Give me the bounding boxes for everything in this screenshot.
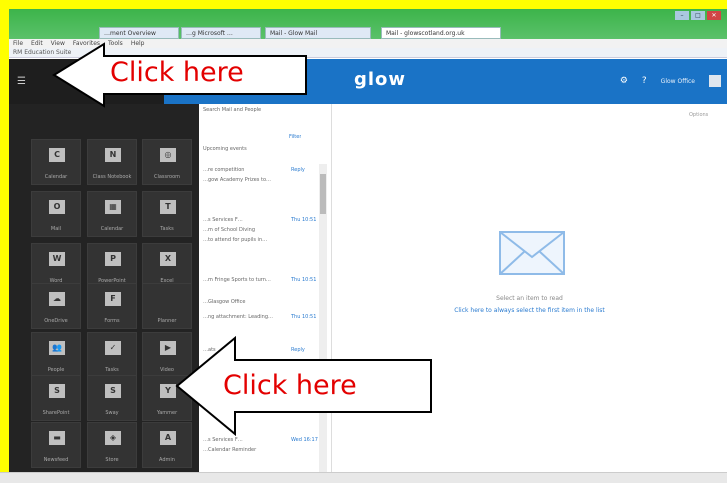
scrollbar-thumb[interactable] [320,174,326,214]
app-tile-label: Classroom [153,174,181,180]
app-tile-label: Planner [157,318,177,324]
menu-edit[interactable]: Edit [31,39,43,48]
app-tile[interactable]: ◎ Classroom [142,139,192,185]
sway-icon: S [105,384,121,398]
app-launcher-icon[interactable]: ☰ [17,77,29,87]
tasks-check-icon: ✓ [105,341,121,355]
excel-icon: X [160,252,176,266]
callout-arrow-top: Click here [52,42,308,108]
settings-icon[interactable]: ⚙ [620,76,628,86]
help-icon[interactable]: ? [642,76,647,86]
message-meta: Thu 10:51 [291,217,317,223]
callout-text: Click here [223,370,357,401]
callout-text: Click here [110,57,244,88]
newsfeed-icon: ▬ [49,431,65,445]
outlook-icon: O [49,200,65,214]
app-tile-label: Calendar [44,174,68,180]
app-tile[interactable]: S Sway [87,375,137,421]
app-tile-label: Mail [50,226,62,232]
message-preview[interactable]: …Calendar Reminder [203,447,313,453]
browser-titlebar: …ment Overview …g Microsoft … Mail - Glo… [9,9,727,39]
forms-icon: F [105,292,121,306]
app-tile[interactable]: T Tasks [142,191,192,237]
classroom-icon: ◎ [160,148,176,162]
filter-button[interactable]: Filter [289,134,301,140]
planner-icon [160,292,176,306]
app-tile-label: People [47,367,65,373]
browser-tab[interactable]: Mail - Glow Mail [265,27,371,39]
minimize-button[interactable]: – [675,11,689,20]
app-tile[interactable]: ▬ Newsfeed [31,422,81,468]
user-name[interactable]: Glow Office [661,78,695,85]
app-tile-label: SharePoint [42,410,70,416]
app-launcher-panel: C Calendar N Class Notebook ◎ Classroom O Mail ▦… [9,104,199,483]
browser-tab[interactable]: …g Microsoft … [181,27,261,39]
app-tile[interactable]: ✓ Tasks [87,332,137,378]
calendar-icon: ▦ [105,200,121,214]
video-icon: ▶ [160,341,176,355]
app-tile-label: Newsfeed [43,457,69,463]
avatar[interactable] [709,75,721,87]
onenote-class-icon: N [105,148,121,162]
browser-tab-active[interactable]: Mail - glowscotland.org.uk [381,27,501,39]
glow-logo[interactable]: glow [354,69,406,90]
tasks-icon: T [160,200,176,214]
app-tile-label: Class Notebook [92,174,132,180]
window-controls: – □ ✕ [675,11,721,21]
status-bar [0,472,727,483]
message-preview[interactable]: …gow Academy Prizes to… [203,177,313,183]
callout-arrow-bottom: Click here [175,336,433,436]
app-tile[interactable]: N Class Notebook [87,139,137,185]
calendar-icon: C [49,148,65,162]
app-tile-label: Tasks [105,367,119,373]
message-meta: Thu 10:51 [291,314,317,320]
message-meta: Reply [291,167,305,173]
app-tile-label: Forms [104,318,120,324]
close-button[interactable]: ✕ [707,11,721,20]
menu-file[interactable]: File [13,39,23,48]
app-tile[interactable]: ◈ Store [87,422,137,468]
app-tile-label: Store [105,457,119,463]
message-preview[interactable]: …m of School Diving [203,227,313,233]
app-tile-label: OneDrive [44,318,68,324]
admin-icon: A [160,431,176,445]
sharepoint-icon: S [49,384,65,398]
app-tile-label: Sway [105,410,119,416]
app-tile[interactable]: S SharePoint [31,375,81,421]
select-first-item-link[interactable]: Click here to always select the first it… [332,307,727,314]
message-meta: Wed 16:17 [291,437,318,443]
onedrive-icon: ☁ [49,292,65,306]
word-icon: W [49,252,65,266]
options-link[interactable]: Options [689,112,708,118]
store-icon: ◈ [105,431,121,445]
app-tile[interactable]: C Calendar [31,139,81,185]
maximize-button[interactable]: □ [691,11,705,20]
app-tile[interactable]: F Forms [87,283,137,329]
yammer-icon: Y [160,384,176,398]
app-tile[interactable]: 👥 People [31,332,81,378]
app-tile-label: Tasks [160,226,174,232]
app-tile[interactable]: O Mail [31,191,81,237]
header-actions: ⚙ ? Glow Office [620,75,721,87]
message-preview[interactable]: Upcoming events [203,146,313,152]
powerpoint-icon: P [105,252,121,266]
app-tile-label: Calendar [100,226,124,232]
people-icon: 👥 [49,341,65,355]
message-meta: Thu 10:51 [291,277,317,283]
envelope-icon [499,231,565,275]
app-tile-label: Admin [159,457,175,463]
app-tile[interactable]: Planner [142,283,192,329]
message-preview[interactable]: …Glasgow Office [203,299,313,305]
empty-state-title: Select an item to read [496,295,563,302]
app-tile[interactable]: ▦ Calendar [87,191,137,237]
app-tile[interactable]: ☁ OneDrive [31,283,81,329]
browser-tab[interactable]: …ment Overview [99,27,179,39]
message-preview[interactable]: …to attend for pupils in… [203,237,313,243]
